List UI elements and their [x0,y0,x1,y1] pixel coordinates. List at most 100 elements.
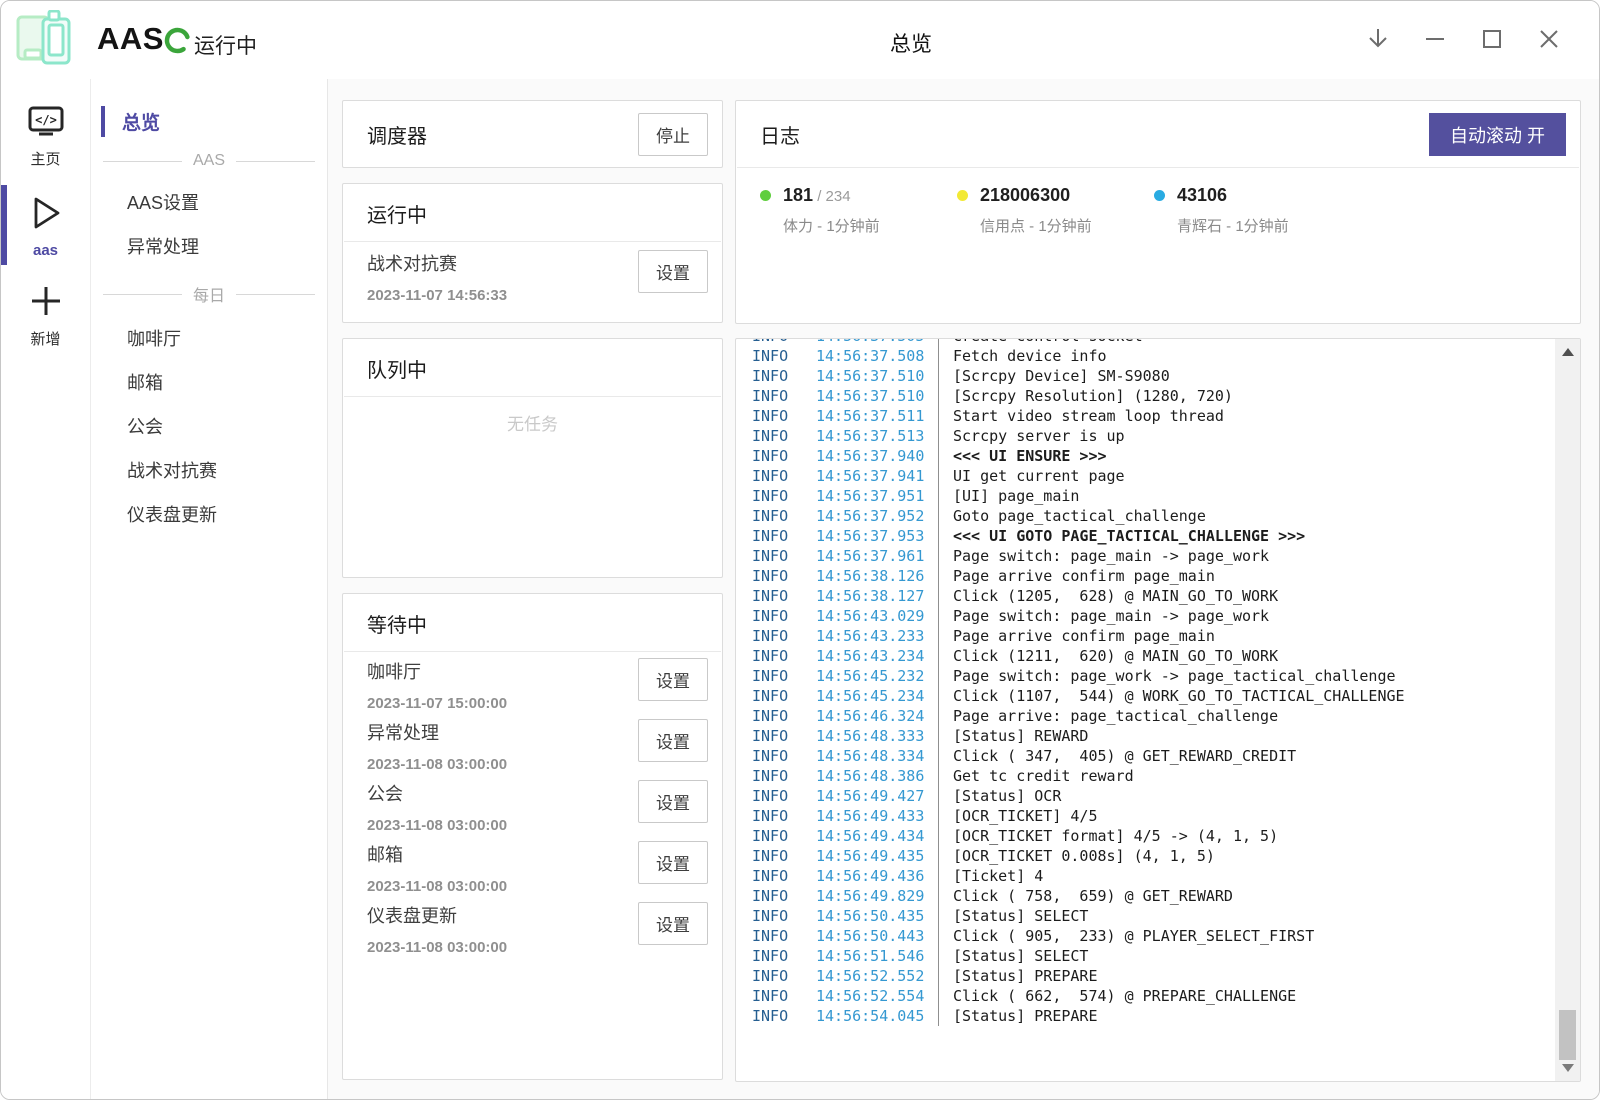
log-message: <<< UI ENSURE >>> [938,446,1555,466]
log-row: INFO 14:56:43.233 Page arrive confirm pa… [736,626,1555,646]
log-title: 日志 [760,120,800,149]
log-message: [Ticket] 4 [938,866,1555,886]
sidebar-item[interactable]: 异常处理 [91,224,327,268]
log-level: INFO [736,346,816,366]
waiting-task-name: 公会 [367,780,507,806]
sidebar-item-overview[interactable]: 总览 [91,105,327,138]
log-lines: INFO 14:56:37.505 Create control socket … [736,339,1555,1026]
log-message: Fetch device info [938,346,1555,366]
waiting-settings-button[interactable]: 设置 [638,902,708,945]
log-row: INFO 14:56:37.953 <<< UI GOTO PAGE_TACTI… [736,526,1555,546]
running-settings-button[interactable]: 设置 [638,250,708,293]
log-panel: INFO 14:56:37.505 Create control socket … [735,338,1581,1082]
nav-item-home[interactable]: </> 主页 [1,95,90,177]
log-message: Click (1205, 628) @ MAIN_GO_TO_WORK [938,586,1555,606]
log-message: Goto page_tactical_challenge [938,506,1555,526]
log-message: Click (1107, 544) @ WORK_GO_TO_TACTICAL_… [938,686,1555,706]
log-level: INFO [736,366,816,386]
stat-total: / 234 [813,188,851,205]
waiting-task-time: 2023-11-08 03:00:00 [367,817,507,834]
log-message: Page arrive confirm page_main [938,626,1555,646]
log-timestamp: 14:56:49.427 [816,786,938,806]
maximize-icon[interactable] [1478,25,1506,53]
waiting-task-time: 2023-11-08 03:00:00 [367,756,507,773]
log-row: INFO 14:56:54.045 [Status] PREPARE [736,1006,1555,1026]
log-scrollbar[interactable] [1555,339,1580,1081]
log-scroll-area[interactable]: INFO 14:56:37.505 Create control socket … [736,339,1555,1081]
log-timestamp: 14:56:48.333 [816,726,938,746]
scrollbar-thumb[interactable] [1559,1010,1576,1060]
waiting-task-row: 邮箱 2023-11-08 03:00:00 设置 [343,835,722,896]
scrollbar-up-arrow-icon[interactable] [1555,341,1580,363]
log-level: INFO [736,546,816,566]
download-icon[interactable] [1364,25,1392,53]
log-message: Get tc credit reward [938,766,1555,786]
stop-button[interactable]: 停止 [638,113,708,156]
log-row: INFO 14:56:37.952 Goto page_tactical_cha… [736,506,1555,526]
minimize-icon[interactable] [1421,25,1449,53]
log-row: INFO 14:56:37.513 Scrcpy server is up [736,426,1555,446]
running-card: 运行中 战术对抗赛 2023-11-07 14:56:33 设置 [342,183,723,323]
waiting-task-time: 2023-11-08 03:00:00 [367,939,507,956]
log-timestamp: 14:56:52.552 [816,966,938,986]
log-row: INFO 14:56:49.829 Click ( 758, 659) @ GE… [736,886,1555,906]
log-timestamp: 14:56:37.513 [816,426,938,446]
waiting-settings-button[interactable]: 设置 [638,780,708,823]
sidebar-group-daily: 咖啡厅邮箱公会战术对抗赛仪表盘更新 [91,316,327,536]
log-timestamp: 14:56:51.546 [816,946,938,966]
log-row: INFO 14:56:37.505 Create control socket [736,339,1555,346]
waiting-task-name: 异常处理 [367,719,507,745]
log-timestamp: 14:56:38.126 [816,566,938,586]
waiting-settings-button[interactable]: 设置 [638,841,708,884]
app-logo-icon [13,10,77,75]
waiting-task-row: 异常处理 2023-11-08 03:00:00 设置 [343,713,722,774]
waiting-task-name: 邮箱 [367,841,507,867]
waiting-task-time: 2023-11-08 03:00:00 [367,878,507,895]
sidebar-item[interactable]: 邮箱 [91,360,327,404]
nav-item-aas[interactable]: aas [1,183,90,267]
waiting-task-row: 公会 2023-11-08 03:00:00 设置 [343,774,722,835]
log-level: INFO [736,826,816,846]
log-row: INFO 14:56:48.333 [Status] REWARD [736,726,1555,746]
log-row: INFO 14:56:49.433 [OCR_TICKET] 4/5 [736,806,1555,826]
log-level: INFO [736,966,816,986]
log-message: [Status] REWARD [938,726,1555,746]
sidebar-item[interactable]: 咖啡厅 [91,316,327,360]
sidebar-group-aas: AAS设置异常处理 [91,180,327,268]
waiting-card: 等待中 咖啡厅 2023-11-07 15:00:00 设置 异常处理 2023… [342,593,723,1080]
sidebar-divider-daily: 每日 [103,282,315,306]
log-row: INFO 14:56:37.511 Start video stream loo… [736,406,1555,426]
sidebar-item[interactable]: 战术对抗赛 [91,448,327,492]
log-message: Click ( 905, 233) @ PLAYER_SELECT_FIRST [938,926,1555,946]
log-level: INFO [736,506,816,526]
waiting-settings-button[interactable]: 设置 [638,658,708,701]
sidebar-item[interactable]: 仪表盘更新 [91,492,327,536]
waiting-title: 等待中 [367,609,698,638]
log-message: Click (1211, 620) @ MAIN_GO_TO_WORK [938,646,1555,666]
sidebar-item[interactable]: 公会 [91,404,327,448]
log-level: INFO [736,486,816,506]
log-level: INFO [736,586,816,606]
stat-value: 181 / 234 [783,185,851,206]
scrollbar-down-arrow-icon[interactable] [1555,1057,1580,1079]
stat-caption: 体力 - 1分钟前 [783,215,957,236]
log-timestamp: 14:56:37.940 [816,446,938,466]
close-icon[interactable] [1535,25,1563,53]
log-timestamp: 14:56:46.324 [816,706,938,726]
running-task-name: 战术对抗赛 [367,250,507,276]
log-message: Click ( 347, 405) @ GET_REWARD_CREDIT [938,746,1555,766]
stat-value: 218006300 [980,185,1070,206]
log-timestamp: 14:56:49.829 [816,886,938,906]
active-indicator [1,185,7,265]
waiting-settings-button[interactable]: 设置 [638,719,708,762]
log-timestamp: 14:56:54.045 [816,1006,938,1026]
sidebar: 总览 AAS AAS设置异常处理 每日 咖啡厅邮箱公会战术对抗赛仪表盘更新 [91,79,328,1099]
sidebar-item[interactable]: AAS设置 [91,180,327,224]
log-level: INFO [736,946,816,966]
autoscroll-toggle-button[interactable]: 自动滚动 开 [1429,113,1566,156]
log-level: INFO [736,606,816,626]
log-level: INFO [736,766,816,786]
log-message: [Status] OCR [938,786,1555,806]
nav-item-add[interactable]: 新增 [1,273,90,357]
log-timestamp: 14:56:45.234 [816,686,938,706]
